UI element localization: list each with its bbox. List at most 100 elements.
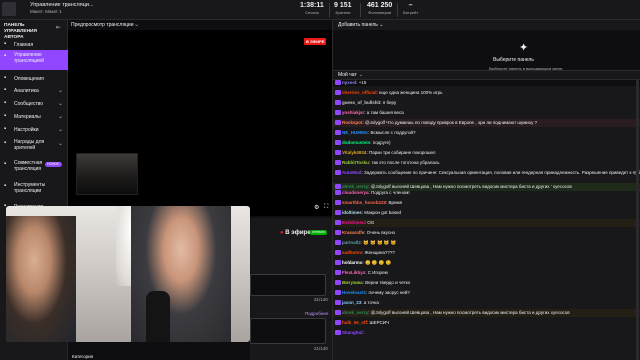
settings-icon[interactable]: ⚙	[314, 204, 319, 211]
stat-followers: 461 250 Фолловеров	[367, 2, 393, 15]
chat-message[interactable]: cherries_official: еще одна женщина 100%…	[333, 89, 640, 97]
chat-message[interactable]: dodomustein: подруге)	[333, 139, 640, 147]
chat-username[interactable]: Rockspot	[342, 120, 363, 125]
chat-username[interactable]: AutoMod	[342, 170, 362, 175]
stat-bitrate: – Битрейт	[403, 2, 419, 15]
fullscreen-icon[interactable]: ⛶	[324, 204, 328, 211]
top-bar: Управление трансляци... Макет: Макет 1 ‹…	[0, 0, 640, 20]
chat-message[interactable]: holdarmo: 😊 😊 😊 😊	[333, 259, 640, 267]
chat-message[interactable]: nyxsol: +15	[333, 79, 640, 87]
chat-username[interactable]: dodomustein	[342, 140, 370, 145]
chat-username[interactable]: idoltimes	[342, 210, 362, 215]
chevron-down-icon: ⌄	[58, 141, 64, 147]
chat-username[interactable]: Krasaraffe	[342, 230, 364, 235]
chat-username[interactable]: smartbbs_hooob228	[342, 200, 386, 205]
sidebar-item-label: Награды для зрителей	[14, 139, 45, 151]
chat-username[interactable]: cherries_official	[342, 90, 377, 95]
stat-viewers: 9 151 Зрители	[334, 2, 352, 15]
chat-username[interactable]: hulk_56_off	[342, 320, 367, 325]
chat-message[interactable]: sadhotov: Женщина????	[333, 249, 640, 257]
notification-field[interactable]	[250, 318, 326, 344]
preview-header[interactable]: Предпросмотр трансляции ⌄	[68, 20, 332, 30]
chat-username[interactable]: cloudsnerya	[342, 190, 369, 195]
chat-message[interactable]: Krasaraffe: Очень вкусно	[333, 229, 640, 237]
chat-text: Подруга с членом!	[371, 190, 410, 195]
chat-message[interactable]: FlexLikbyx: С Игорем	[333, 269, 640, 277]
bell-icon: ▪	[4, 75, 7, 81]
chevron-down-icon[interactable]: ⌄	[134, 21, 139, 28]
chat-text: Задержать сообщение по причине: Сексуаль…	[364, 170, 640, 175]
sidebar-item[interactable]: ▪ Управление трансляцией	[0, 50, 68, 70]
chat-username[interactable]: ahrek_nerzy	[342, 310, 368, 315]
chat-message[interactable]: hulk_56_off: ШЕРСИЧ	[333, 319, 640, 327]
chevron-left-icon[interactable]: ‹	[66, 3, 68, 9]
menu-icon[interactable]	[2, 2, 16, 16]
chat-username[interactable]: ExOdrmeu	[342, 220, 365, 225]
chat-message[interactable]: NE_HUMMA: Всмысле с подругой?	[333, 129, 640, 137]
chat-username[interactable]: jaxon_23	[342, 300, 361, 305]
chat-text: @Jolygolf Что думаешь по поводу приврок …	[365, 120, 538, 125]
chat-username[interactable]: Sbanghul	[342, 330, 363, 335]
chat-username[interactable]: Hoveloast1	[342, 290, 366, 295]
chat-message[interactable]: Sbanghul:	[333, 329, 640, 337]
chat-username[interactable]: guess_of_bullshit	[342, 100, 380, 105]
sidebar-item[interactable]: ▪ Аналитика ⌄	[0, 84, 68, 97]
badge-icon	[335, 150, 341, 155]
chat-message[interactable]: partnall2: 🐱 🐱 🐱 🐱 🐱	[333, 239, 640, 247]
chat-message[interactable]: guess_of_bullshit: я беру	[333, 99, 640, 107]
sidebar-item[interactable]: ▪ Совместная трансляция НОВОЕ	[0, 158, 68, 172]
badge-icon	[335, 320, 341, 325]
chat-username[interactable]: yoshiakjsr	[342, 110, 364, 115]
add-panel-button[interactable]: Добавить панель ⌄	[338, 22, 383, 28]
notification-count: 21/140	[314, 346, 328, 351]
chat-username[interactable]: NE_HUMMA	[342, 130, 368, 135]
sidebar-item[interactable]: ▪ Сообщество ⌄	[0, 97, 68, 110]
chart-icon: ▪	[4, 87, 7, 93]
sidebar-item-label: Инструменты трансляции	[14, 182, 46, 194]
app-title[interactable]: Управление трансляци...	[30, 2, 94, 8]
sidebar-item[interactable]: ▪ Настройки ⌄	[0, 123, 68, 136]
collapse-icon[interactable]: ⇤	[56, 24, 61, 31]
chat-message[interactable]: idoltimes: Макрон got based	[333, 209, 640, 217]
chat-username[interactable]: RabbitTosku	[342, 160, 369, 165]
chat-message[interactable]: yoshiakjsr: а там башня веса	[333, 109, 640, 117]
chat-text: я беру	[382, 100, 397, 105]
sidebar-item[interactable]: ▪ Инструменты трансляции	[0, 180, 68, 194]
chevron-down-icon[interactable]: ⌄	[359, 72, 363, 78]
badge-icon	[335, 120, 341, 125]
chat-text: @Jolygolf выгоняй Шевцова , Нам нужно по…	[370, 310, 570, 315]
chat-username[interactable]: partnall2	[342, 240, 361, 245]
more-link[interactable]: Подробнее	[305, 311, 328, 316]
chat-message[interactable]: Bмгузика: Верни твердо и четко	[333, 279, 640, 287]
stream-info-panel: ● В эфире отлично 31/140 Подробнее 21/14…	[250, 218, 332, 360]
sidebar-item[interactable]: ▪ Материалы ⌄	[0, 110, 68, 123]
chat-username[interactable]: FlexLikbyx	[342, 270, 365, 275]
chat-message[interactable]: Rockspot: @Jolygolf Что думаешь по повод…	[333, 119, 640, 127]
chat-message[interactable]: RabbitTosku: так это после тоготона убра…	[333, 159, 640, 167]
chat-message[interactable]: smartbbs_hooob228: Время	[333, 199, 640, 207]
chat-username[interactable]: Vitalyk4934	[342, 150, 366, 155]
chat-message[interactable]: cloudsnerya: Подруга с членом!	[333, 189, 640, 197]
chat-message[interactable]: AutoMod: Задержать сообщение по причине:…	[333, 169, 640, 177]
chat-message[interactable]: jaxon_23: а точка	[333, 299, 640, 307]
chat-scrollbar[interactable]	[636, 80, 639, 360]
webcam-overlay	[6, 206, 250, 342]
chat-message[interactable]: ahrek_nerzy: @Jolygolf выгоняй Шевцова ,…	[333, 309, 640, 317]
panel-icon: ✦	[519, 42, 529, 54]
chat-username[interactable]: sadhotov	[342, 250, 362, 255]
chat-username[interactable]: holdarmo	[342, 260, 363, 265]
badge-icon	[335, 90, 341, 95]
chat-username[interactable]: nyxsol	[342, 80, 356, 85]
badge-icon	[335, 280, 341, 285]
chat-message[interactable]: Vitalyk4934: Парки три собиране покороше…	[333, 149, 640, 157]
chat-text: 🐱 🐱 🐱 🐱 🐱	[363, 240, 397, 245]
chat-message[interactable]: ExOdrmeu: OG	[333, 219, 640, 227]
title-field[interactable]	[250, 274, 326, 296]
sidebar-item-label: Материалы	[14, 114, 41, 120]
chat-username[interactable]: Bмгузика	[342, 280, 363, 285]
home-icon: ▪	[4, 41, 7, 47]
sidebar-item[interactable]: ▪ Награды для зрителей ⌄	[0, 137, 68, 151]
webcam-thumbnail	[76, 153, 138, 195]
sidebar-item-label: Совместная трансляция	[14, 160, 43, 172]
chat-message[interactable]: Hoveloast1: почему засрус ней?	[333, 289, 640, 297]
